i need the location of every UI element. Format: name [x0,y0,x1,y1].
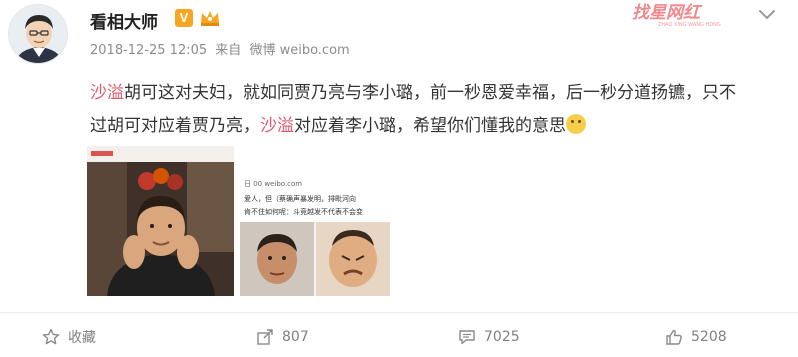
post-timestamp[interactable]: 2018-12-25 12:05 [90,43,207,58]
comment-count: 7025 [484,329,520,345]
chevron-down-icon[interactable] [758,8,776,20]
post-from-label: 来自 [215,43,242,58]
action-bar-divider [0,312,798,313]
comment-button[interactable]: 7025 [458,326,520,348]
watermark-text: 找星网红 [632,3,703,23]
screenshot-collage: 日 00 weibo.com 爱人，但（蔡确声暴发明，排毗河向 肯不住如何呢：斗… [240,176,390,296]
verified-badge-icon: V [175,9,193,27]
thumbs-up-icon [666,329,682,345]
author-name[interactable]: 看相大师 [90,8,158,33]
snippet-line: 爱人，但（蔡确声暴发明，排毗河向 [244,194,356,203]
post-meta: 2018-12-25 12:05 来自 微博 weibo.com [90,39,354,58]
highlight-link[interactable]: 沙溢 [90,83,124,103]
snippet-line: 肯不住如何呢：斗竞越发不代表不会变 [244,207,363,216]
share-icon [257,329,273,345]
thinking-face-emoji-icon [566,114,586,134]
post-text-segment: 对应着李小璐，希望你们懂我的意思 [294,116,566,136]
favorite-label: 收藏 [68,330,96,346]
weibo-post: 看相大师 V 找星网红 ZHAO XING WANG HONG 2018-12-… [0,0,798,357]
favorite-button[interactable]: 收藏 [42,326,96,348]
post-text: 沙溢胡可这对夫妇，就如同贾乃亮与李小璐，前一秒恩爱幸福，后一秒分道扬镳，只不过胡… [90,77,740,143]
member-crown-icon [201,11,219,26]
post-image-left[interactable] [87,146,234,296]
comment-icon [459,330,475,345]
watermark-logo: 找星网红 ZHAO XING WANG HONG [632,3,721,28]
post-image-right[interactable]: 日 00 weibo.com 爱人，但（蔡确声暴发明，排毗河向 肯不住如何呢：斗… [240,176,390,296]
snippet-line: 日 00 weibo.com [244,180,302,188]
avatar[interactable] [8,4,68,64]
star-icon [42,328,60,345]
watermark-subtext: ZHAO XING WANG HONG [658,22,721,28]
share-button[interactable]: 807 [256,326,309,348]
avatar-illustration [9,5,67,63]
share-count: 807 [282,329,309,345]
post-source[interactable]: 微博 weibo.com [249,43,349,58]
highlight-link[interactable]: 沙溢 [260,116,294,136]
like-count: 5208 [691,329,727,345]
man-selfie-photo [87,146,234,296]
like-button[interactable]: 5208 [665,326,727,348]
